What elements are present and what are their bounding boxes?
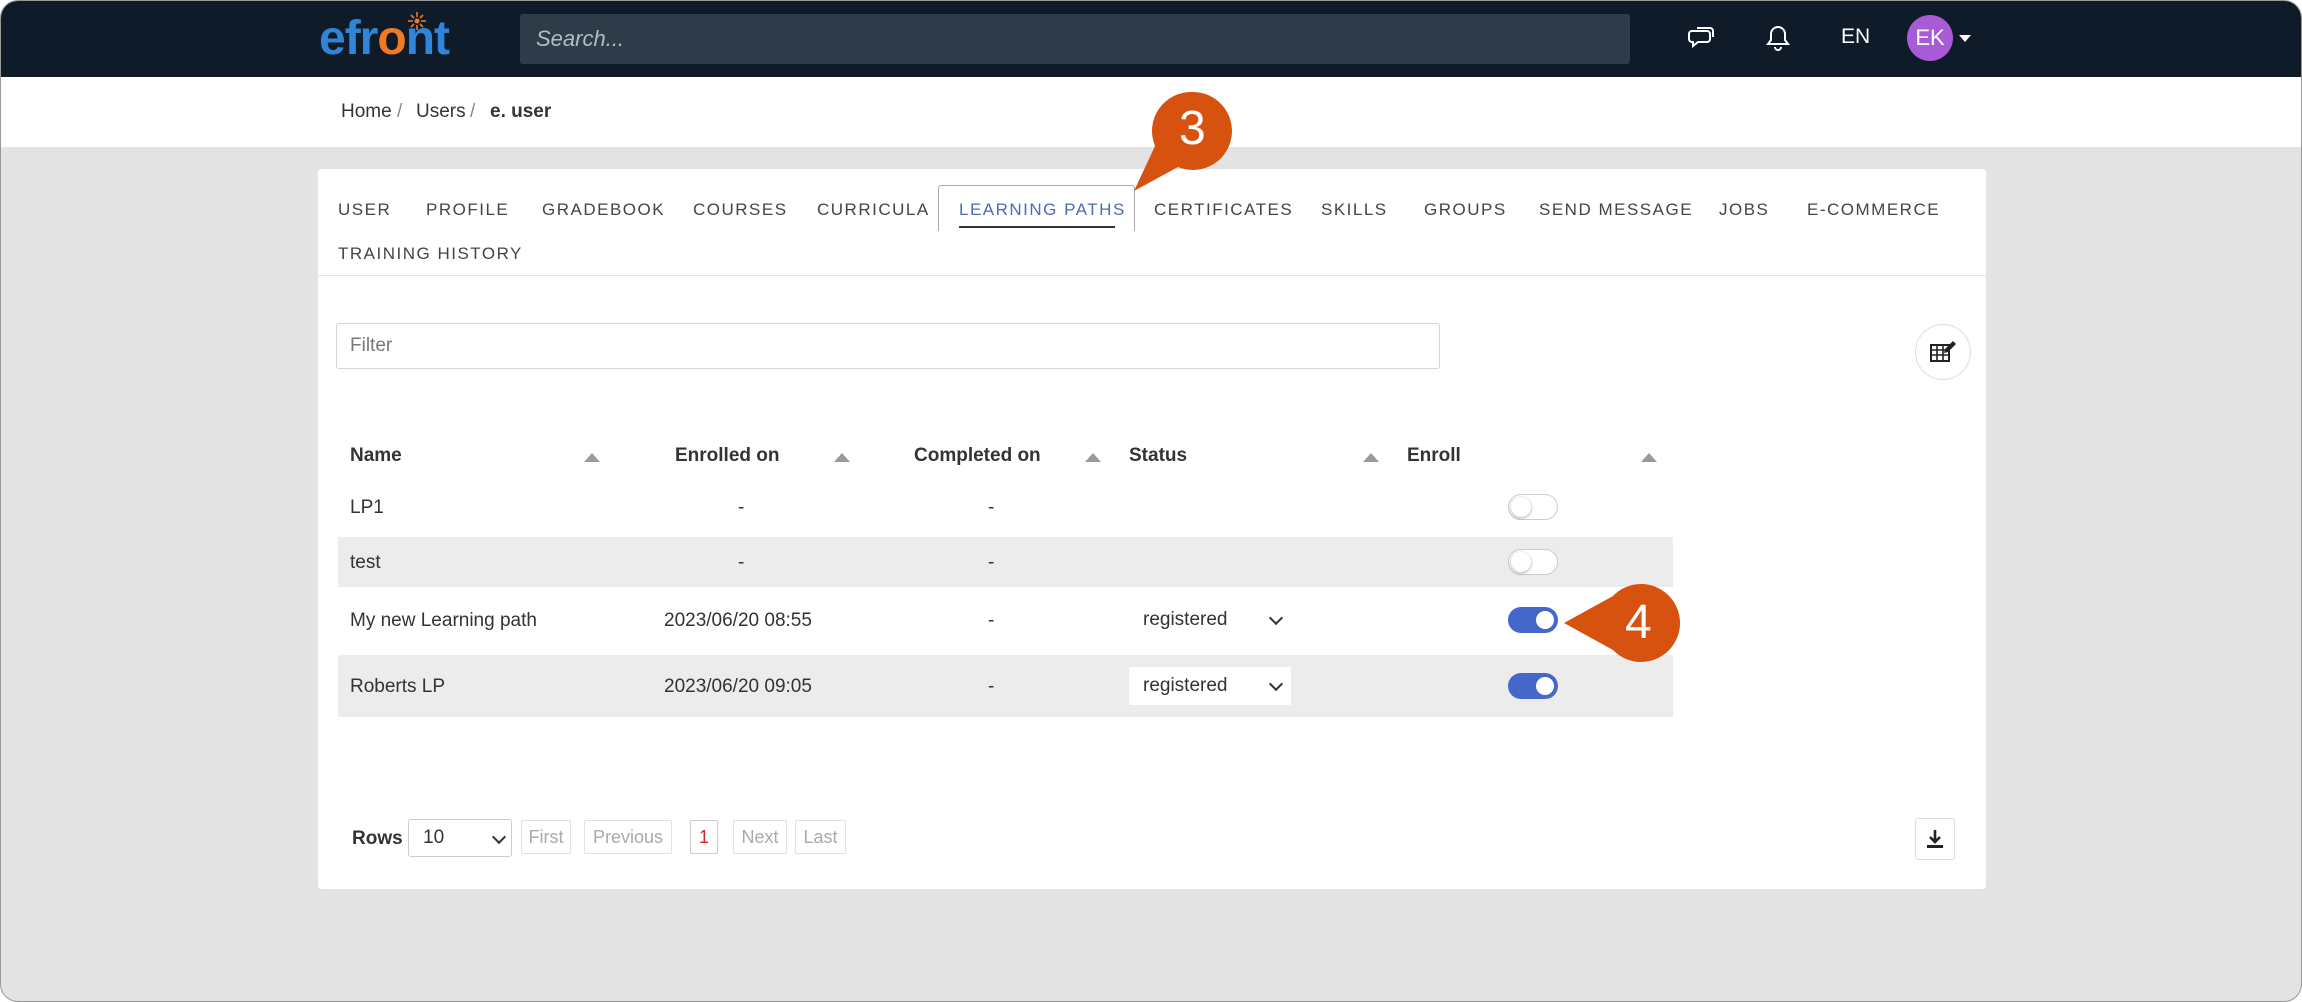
sort-icon[interactable] xyxy=(1641,453,1657,462)
search-input[interactable]: Search... xyxy=(520,14,1630,64)
enroll-toggle[interactable] xyxy=(1508,549,1558,575)
language-selector[interactable]: EN xyxy=(1841,25,1870,49)
column-settings-button[interactable] xyxy=(1915,324,1971,380)
breadcrumb-users[interactable]: Users xyxy=(416,101,466,123)
active-tab-underline xyxy=(959,226,1115,228)
breadcrumb-separator: / xyxy=(397,101,403,122)
completed-on: - xyxy=(988,610,995,631)
chevron-down-icon xyxy=(1268,676,1284,692)
chevron-down-icon xyxy=(1268,610,1284,626)
completed-on: - xyxy=(988,676,995,697)
status-value: registered xyxy=(1143,609,1228,630)
column-header-completed-on[interactable]: Completed on xyxy=(914,445,1041,467)
breadcrumb-separator: / xyxy=(470,101,476,122)
tab-certificates[interactable]: CERTIFICATES xyxy=(1154,200,1293,220)
tab-curricula[interactable]: CURRICULA xyxy=(817,200,930,220)
app-window: efront Search... EN EK Home / Users / e.… xyxy=(0,0,2302,1002)
download-button[interactable] xyxy=(1915,818,1955,860)
completed-on: - xyxy=(988,552,995,573)
rows-label: Rows xyxy=(352,828,403,849)
tab-skills[interactable]: SKILLS xyxy=(1321,200,1388,220)
sort-icon[interactable] xyxy=(584,453,600,462)
column-header-status[interactable]: Status xyxy=(1129,445,1187,467)
learning-path-name: LP1 xyxy=(350,497,384,518)
table-row: LP1 - - xyxy=(338,481,1673,533)
enrolled-on: - xyxy=(738,497,745,518)
table-row: test - - xyxy=(338,537,1673,587)
column-header-enrolled-on[interactable]: Enrolled on xyxy=(675,445,780,467)
rows-per-page-value: 10 xyxy=(423,827,445,848)
tab-send-message[interactable]: SEND MESSAGE xyxy=(1539,200,1693,220)
sort-icon[interactable] xyxy=(1085,453,1101,462)
bell-icon[interactable] xyxy=(1763,23,1793,53)
next-page-button[interactable]: Next xyxy=(733,820,787,854)
enroll-toggle[interactable] xyxy=(1508,607,1558,633)
sort-icon[interactable] xyxy=(1363,453,1379,462)
last-page-button[interactable]: Last xyxy=(795,820,846,854)
page-1-button[interactable]: 1 xyxy=(690,820,718,854)
column-header-name[interactable]: Name xyxy=(350,445,402,467)
enroll-toggle[interactable] xyxy=(1508,673,1558,699)
breadcrumb-current: e. user xyxy=(490,101,552,122)
breadcrumb-home[interactable]: Home xyxy=(341,101,392,123)
avatar[interactable]: EK xyxy=(1907,15,1953,61)
sort-icon[interactable] xyxy=(834,453,850,462)
tabs-divider xyxy=(318,275,1986,276)
top-navbar: efront Search... EN EK xyxy=(1,1,2301,77)
previous-page-button[interactable]: Previous xyxy=(584,820,672,854)
filter-input[interactable]: Filter xyxy=(336,323,1440,369)
logo-spark-icon xyxy=(408,12,426,30)
learning-path-name: My new Learning path xyxy=(350,610,537,631)
rows-per-page-select[interactable]: 10 xyxy=(408,819,512,857)
learning-path-name: test xyxy=(350,552,381,573)
status-value: registered xyxy=(1143,675,1228,696)
enrolled-on: - xyxy=(738,552,745,573)
chevron-down-icon[interactable] xyxy=(1959,35,1971,42)
tab-profile[interactable]: PROFILE xyxy=(426,200,509,220)
table-row: Roberts LP 2023/06/20 09:05 - registered xyxy=(338,655,1673,717)
tab-learning-paths[interactable]: LEARNING PATHS xyxy=(959,200,1126,220)
completed-on: - xyxy=(988,497,995,518)
enrolled-on: 2023/06/20 09:05 xyxy=(664,676,812,697)
tab-user[interactable]: USER xyxy=(338,200,391,220)
tab-e-commerce[interactable]: E-COMMERCE xyxy=(1807,200,1940,220)
main-card: USER PROFILE GRADEBOOK COURSES CURRICULA… xyxy=(318,169,1986,889)
column-header-enroll[interactable]: Enroll xyxy=(1407,445,1461,467)
tab-gradebook[interactable]: GRADEBOOK xyxy=(542,200,665,220)
table-row: My new Learning path 2023/06/20 08:55 - … xyxy=(338,589,1673,651)
status-select[interactable]: registered xyxy=(1129,601,1291,639)
tab-jobs[interactable]: JOBS xyxy=(1719,200,1769,220)
table-edit-icon xyxy=(1930,341,1956,362)
learning-path-name: Roberts LP xyxy=(350,676,446,697)
step-3-callout-number: 3 xyxy=(1179,102,1206,155)
efront-logo[interactable]: efront xyxy=(319,11,450,66)
chevron-down-icon xyxy=(491,829,507,845)
step-4-callout xyxy=(1564,584,1681,662)
first-page-button[interactable]: First xyxy=(521,820,571,854)
tab-groups[interactable]: GROUPS xyxy=(1424,200,1507,220)
tab-training-history[interactable]: TRAINING HISTORY xyxy=(338,244,523,264)
tab-courses[interactable]: COURSES xyxy=(693,200,788,220)
step-4-callout-number: 4 xyxy=(1625,596,1652,649)
enrolled-on: 2023/06/20 08:55 xyxy=(664,610,812,631)
chat-icon[interactable] xyxy=(1687,23,1717,53)
status-select[interactable]: registered xyxy=(1129,667,1291,705)
download-icon xyxy=(1927,830,1943,848)
enroll-toggle[interactable] xyxy=(1508,494,1558,520)
